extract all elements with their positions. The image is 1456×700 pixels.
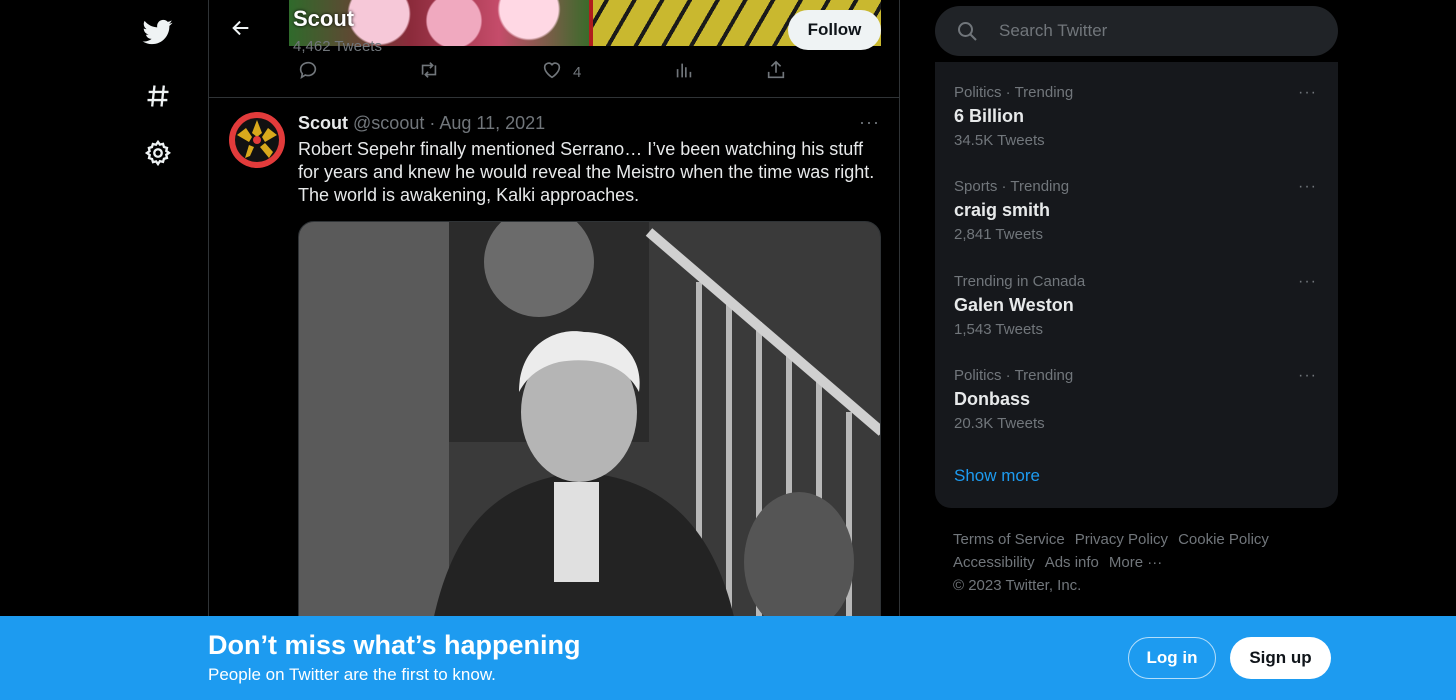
tweet-author-handle[interactable]: @scoout: [353, 113, 424, 133]
views-chart-icon: [673, 59, 695, 85]
copyright-text: © 2023 Twitter, Inc.: [953, 577, 1082, 594]
hashtag-icon[interactable]: [138, 76, 178, 116]
trend-context: Politics · Trending: [954, 84, 1074, 101]
trend-context: Sports · Trending: [954, 178, 1070, 195]
retweet-icon: [417, 59, 441, 85]
settings-gear-icon[interactable]: [138, 133, 178, 173]
timeline-divider: [209, 97, 899, 98]
terms-link[interactable]: Terms of Service: [953, 531, 1065, 548]
retweet-button[interactable]: [417, 58, 441, 86]
trend-name: Galen Weston: [954, 295, 1074, 315]
tweet-author-name[interactable]: Scout: [298, 113, 348, 133]
ads-info-link[interactable]: Ads info: [1045, 554, 1099, 571]
search-icon: [955, 19, 979, 48]
back-arrow-icon[interactable]: [223, 10, 259, 46]
cookie-link[interactable]: Cookie Policy: [1178, 531, 1269, 548]
views-button[interactable]: [673, 58, 695, 86]
signup-button[interactable]: Sign up: [1230, 637, 1331, 679]
prompt-title: Don’t miss what’s happening: [208, 630, 581, 660]
share-icon: [765, 59, 787, 85]
trend-more-icon[interactable]: ···: [1298, 367, 1317, 385]
trend-item[interactable]: Politics · Trending Donbass 20.3K Tweets…: [954, 367, 1324, 457]
twitter-logo-icon[interactable]: [138, 12, 178, 52]
login-button[interactable]: Log in: [1128, 637, 1216, 679]
trend-count: 2,841 Tweets: [954, 226, 1043, 243]
profile-tweet-count: 4,462 Tweets: [293, 38, 382, 55]
search-input[interactable]: [999, 6, 1319, 56]
reply-button[interactable]: [297, 58, 319, 86]
footer-links: Terms of Service Privacy Policy Cookie Pol…: [953, 528, 1338, 597]
trend-context: Politics · Trending: [954, 367, 1074, 384]
tweet-dot-separator: ·: [429, 113, 436, 133]
tweet-more-icon[interactable]: ···: [859, 112, 880, 133]
profile-header: Scout 4,462 Tweets Follow: [209, 0, 899, 60]
profile-name: Scout: [293, 6, 355, 31]
heart-icon: [541, 59, 563, 85]
left-nav: [0, 0, 208, 700]
main-timeline: Scout 4,462 Tweets Follow 4 Scout @scoou…: [208, 0, 900, 700]
more-link[interactable]: More ···: [1109, 554, 1162, 571]
trend-item[interactable]: Trending in Canada Galen Weston 1,543 Tw…: [954, 273, 1324, 363]
tweet-header: Scout @scoout · Aug 11, 2021: [298, 113, 545, 134]
trend-more-icon[interactable]: ···: [1298, 273, 1317, 291]
trend-name: craig smith: [954, 200, 1051, 220]
like-count: 4: [573, 63, 582, 81]
tweet-date[interactable]: Aug 11, 2021: [439, 113, 545, 133]
accessibility-link[interactable]: Accessibility: [953, 554, 1035, 571]
privacy-link[interactable]: Privacy Policy: [1075, 531, 1168, 548]
trend-count: 34.5K Tweets: [954, 132, 1045, 149]
reply-icon: [297, 59, 319, 85]
trends-panel: Politics · Trending 6 Billion 34.5K Twee…: [935, 62, 1338, 508]
trend-name: Donbass: [954, 389, 1031, 409]
trend-item[interactable]: Sports · Trending craig smith 2,841 Twee…: [954, 178, 1324, 268]
trend-count: 20.3K Tweets: [954, 415, 1045, 432]
trend-more-icon[interactable]: ···: [1298, 178, 1317, 196]
trend-more-icon[interactable]: ···: [1298, 84, 1317, 102]
tweet-action-bar: 4: [209, 58, 899, 86]
trend-name: 6 Billion: [954, 106, 1025, 126]
signup-prompt-bar: Don’t miss what’s happening People on Tw…: [0, 616, 1456, 700]
share-button[interactable]: [765, 58, 787, 86]
tweet-text: Robert Sepehr finally mentioned Serrano……: [298, 139, 875, 205]
trend-count: 1,543 Tweets: [954, 321, 1043, 338]
like-button[interactable]: 4: [541, 58, 581, 86]
tweet-photo-illustration: [299, 222, 880, 640]
prompt-subtitle: People on Twitter are the first to know.: [208, 665, 496, 684]
show-more-link[interactable]: Show more: [954, 466, 1040, 486]
search-box[interactable]: [935, 6, 1338, 56]
follow-button[interactable]: Follow: [788, 10, 881, 50]
tweet-photo[interactable]: [298, 221, 881, 641]
trend-context: Trending in Canada: [954, 273, 1086, 290]
avatar[interactable]: [229, 112, 285, 168]
trend-item[interactable]: Politics · Trending 6 Billion 34.5K Twee…: [954, 84, 1324, 174]
